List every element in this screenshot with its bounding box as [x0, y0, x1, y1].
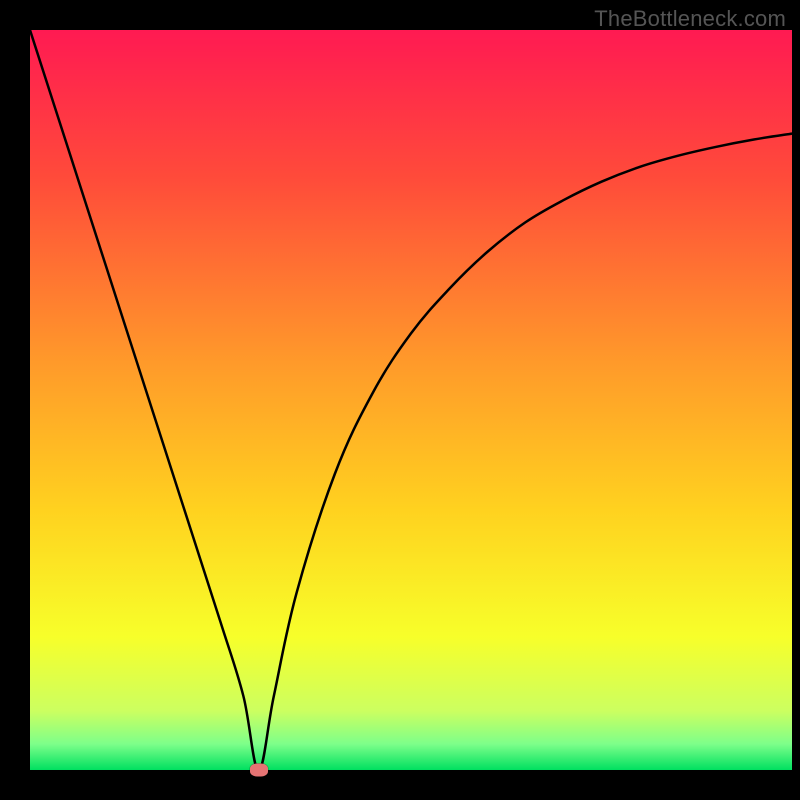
watermark-text: TheBottleneck.com	[594, 6, 786, 32]
chart-container: TheBottleneck.com	[0, 0, 800, 800]
gradient-background	[30, 30, 792, 770]
plot-area	[30, 30, 792, 770]
plot-svg	[30, 30, 792, 770]
optimal-point-marker	[250, 764, 268, 777]
